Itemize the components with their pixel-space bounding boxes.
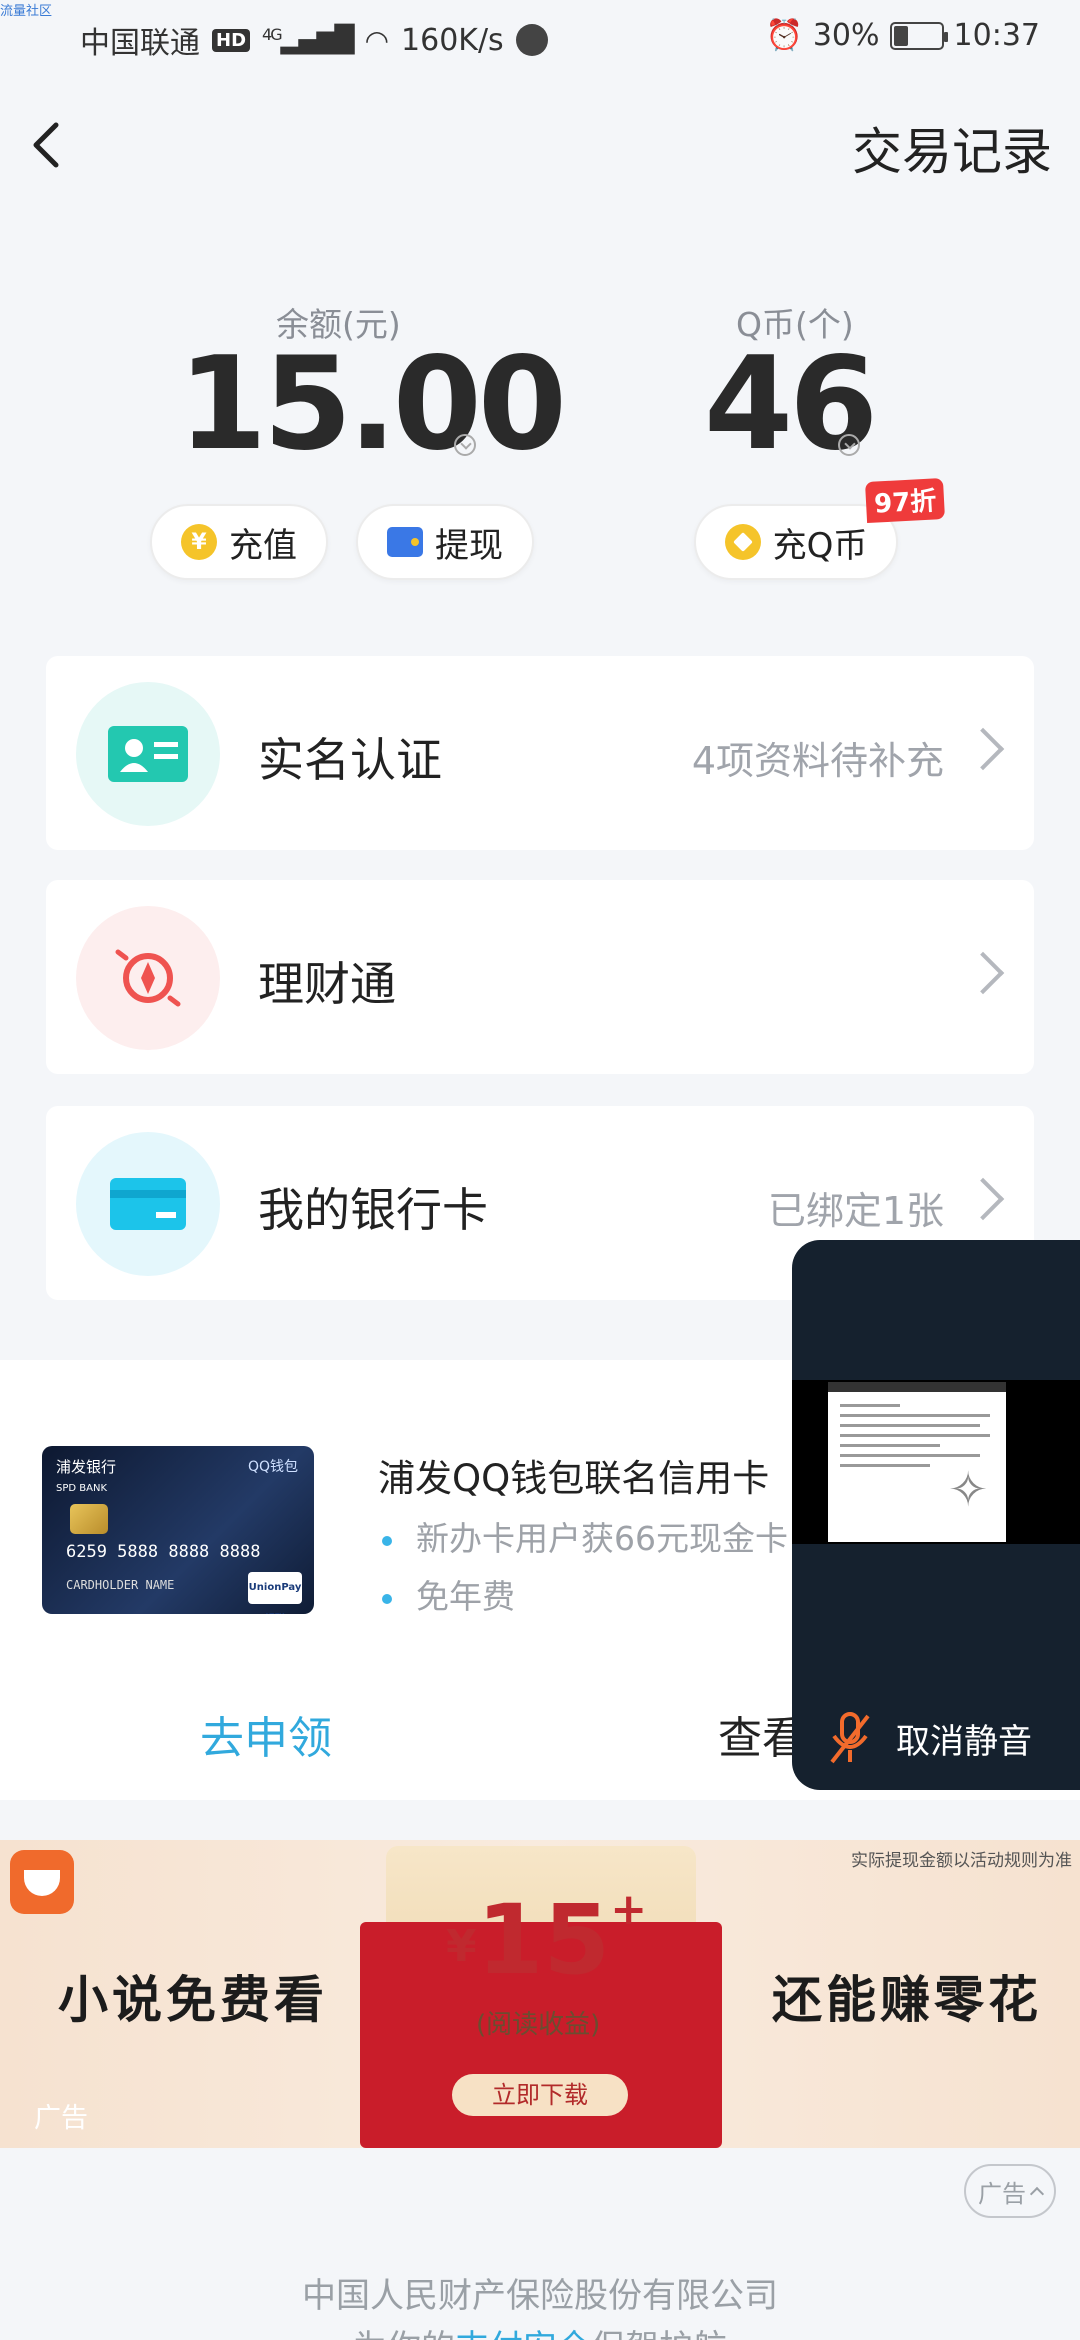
- ad-banner[interactable]: 实际提现金额以活动规则为准 小说免费看 还能赚零花 ¥15+ (阅读收益) 立即…: [0, 1840, 1080, 2148]
- alarm-icon: ⏰: [765, 18, 803, 53]
- insurer-name: 中国人民财产保险股份有限公司: [302, 2276, 778, 2316]
- unmute-label: 取消静音: [896, 1721, 1032, 1762]
- yuan-coin-icon: ¥: [181, 524, 217, 560]
- menu-item-value: 已绑定1张: [767, 1189, 944, 1233]
- unmute-button[interactable]: 取消静音: [828, 1710, 1032, 1766]
- recharge-button[interactable]: ¥ 充值: [150, 504, 328, 580]
- qcoin-value[interactable]: 46: [704, 330, 878, 479]
- notification-icon: [515, 24, 548, 56]
- unionpay-logo: UnionPay 银联: [248, 1572, 302, 1604]
- nav-bar: 交易记录: [0, 100, 1080, 190]
- novel-app-icon: [10, 1850, 74, 1914]
- bank-name: 浦发银行 SPD BANK: [56, 1458, 117, 1494]
- battery-fill: [893, 25, 908, 46]
- reward-amount: ¥15+: [446, 1884, 648, 1996]
- menu-item-label: 实名认证: [258, 733, 442, 787]
- muted-mic-icon: [830, 1712, 870, 1764]
- discount-badge: 97折: [864, 477, 946, 524]
- floating-video-window[interactable]: ✧ 取消静音: [792, 1240, 1080, 1790]
- card-number: 6259 5888 8888 8888: [66, 1542, 261, 1562]
- recharge-label: 充值: [229, 525, 297, 566]
- menu-item-label: 理财通: [258, 957, 396, 1011]
- chevron-right-icon: [961, 951, 1005, 995]
- carrier-name: 中国联通: [80, 26, 200, 61]
- apply-button[interactable]: 去申领: [200, 1702, 332, 1766]
- qcoin-expand-icon[interactable]: [838, 434, 860, 456]
- menu-item-real-name[interactable]: 实名认证 4项资料待补充: [46, 656, 1034, 850]
- security-slogan: 为你的支付安全保驾护航: [0, 2320, 1080, 2340]
- battery-icon: [889, 21, 948, 50]
- menu-item-value: 4项资料待补充: [691, 739, 944, 783]
- menu-item-wealth[interactable]: 理财通: [46, 880, 1034, 1074]
- chevron-right-icon: [961, 1177, 1005, 1221]
- promo-bullet: 免年费: [382, 1570, 515, 1618]
- clock-time: 10:37: [953, 18, 1040, 53]
- promo-title: 浦发QQ钱包联名信用卡: [378, 1457, 770, 1500]
- wallet-icon: [387, 527, 423, 557]
- recharge-qcoin-label: 充Q币: [772, 525, 868, 566]
- wifi-icon: ◠: [364, 23, 390, 57]
- status-bar: 中国联通 HD 4G▂▄▆█ ◠ 160K/s ⏰ 30% 10:37: [0, 0, 1080, 72]
- video-preview: ✧: [792, 1380, 1080, 1544]
- chevron-right-icon: [961, 727, 1005, 771]
- withdraw-button[interactable]: 提现: [356, 504, 534, 580]
- back-arrow-icon[interactable]: [20, 115, 80, 175]
- withdraw-label: 提现: [435, 525, 503, 566]
- signal-icon: 4G▂▄▆█: [262, 25, 355, 55]
- ad-left-text: 小说免费看: [58, 1971, 328, 2029]
- battery-percent: 30%: [812, 18, 880, 53]
- reward-subtitle: (阅读收益): [476, 2010, 601, 2040]
- hd-badge: HD: [212, 28, 251, 52]
- id-card-icon: [76, 682, 220, 826]
- promo-bullet: 新办卡用户获66元现金卡: [382, 1512, 788, 1560]
- balance-expand-icon[interactable]: [454, 434, 476, 456]
- network-speed: 160K/s: [401, 22, 504, 58]
- bank-card-icon: [76, 1132, 220, 1276]
- card-holder: CARDHOLDER NAME: [66, 1578, 175, 1592]
- ad-tag: 广告: [34, 2103, 88, 2134]
- qq-wallet-logo: QQ钱包: [247, 1459, 298, 1475]
- qcoin-icon: [724, 524, 761, 560]
- ad-notice: 实际提现金额以活动规则为准: [851, 1851, 1072, 1871]
- download-button[interactable]: 立即下载: [452, 2074, 628, 2116]
- balance-value[interactable]: 15.00: [178, 330, 567, 479]
- ad-right-text: 还能赚零花: [772, 1971, 1042, 2029]
- ad-toggle-pill[interactable]: 广告: [964, 2164, 1056, 2218]
- menu-item-label: 我的银行卡: [258, 1183, 488, 1237]
- card-chip-icon: [70, 1504, 108, 1534]
- credit-card-image: 浦发银行 SPD BANK QQ钱包 6259 5888 8888 8888 CA…: [42, 1446, 314, 1614]
- chevron-up-icon: [1029, 2186, 1045, 2202]
- transaction-records-link[interactable]: 交易记录: [852, 112, 1052, 184]
- shared-document-preview: ✧: [828, 1382, 1006, 1542]
- wealth-icon: [76, 906, 220, 1050]
